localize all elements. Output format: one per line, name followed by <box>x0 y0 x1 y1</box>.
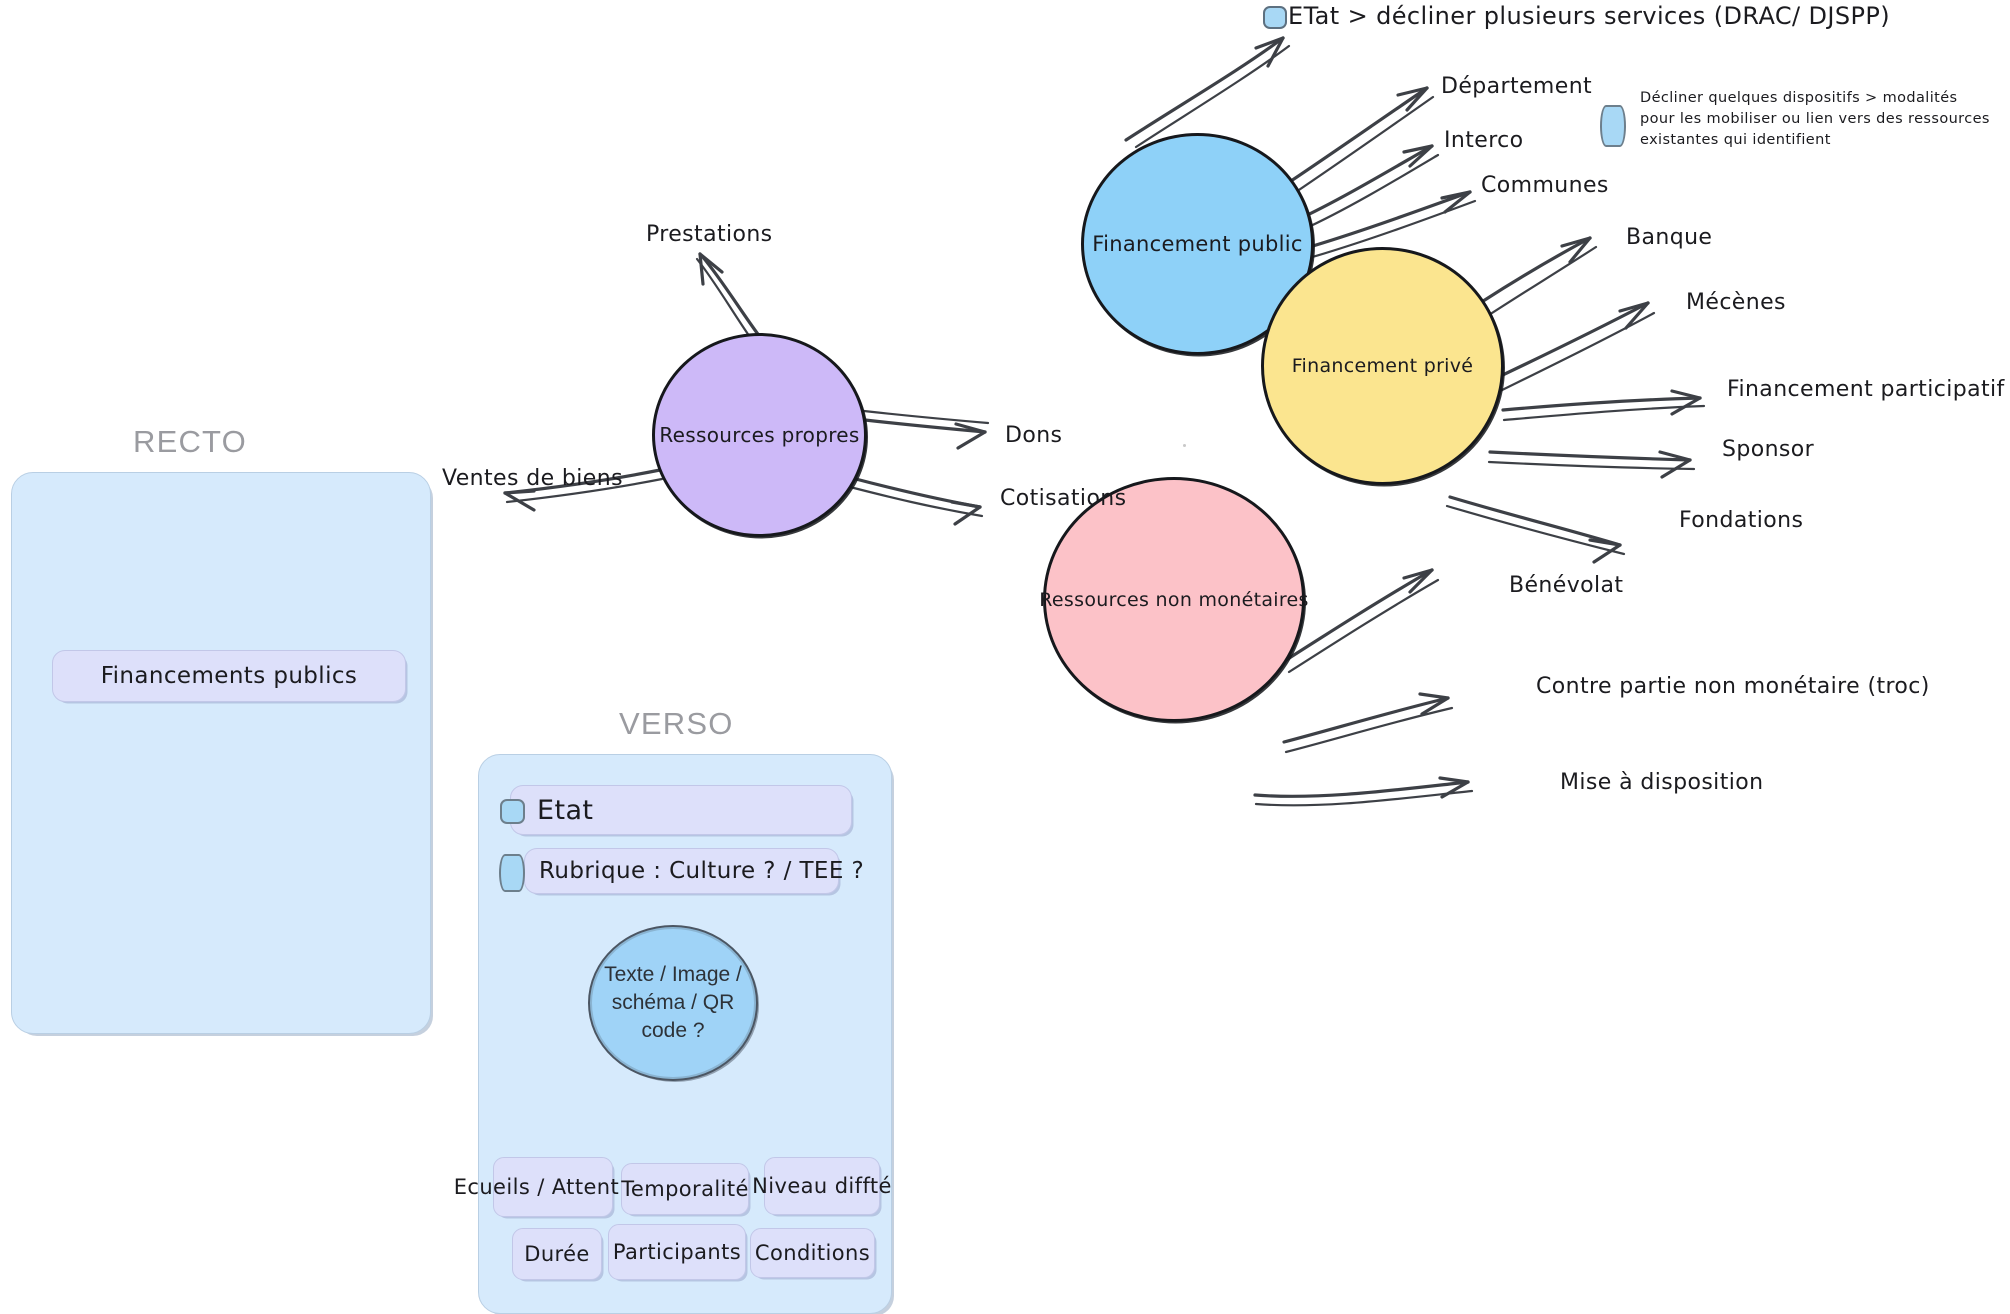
chip-label: Temporalité <box>621 1176 749 1201</box>
verso-chip-participants[interactable]: Participants <box>608 1224 746 1280</box>
node-ressources-propres[interactable]: Ressources propres <box>652 333 867 537</box>
arrow-propres-cotisations <box>848 476 984 526</box>
leaf-label-etat-top: ETat > décliner plusieurs services (DRAC… <box>1288 2 1891 30</box>
arrow-public-departement <box>1283 86 1435 198</box>
leaf-label-mecenes: Mécènes <box>1686 290 1786 315</box>
arrow-prive-participatif <box>1501 389 1706 422</box>
node-label: Ressources non monétaires <box>1039 588 1309 611</box>
arrow-nonmon-mise <box>1253 776 1474 807</box>
node-ressources-non-monetaires[interactable]: Ressources non monétaires <box>1039 477 1308 722</box>
recto-card[interactable] <box>11 472 431 1034</box>
arrow-prive-sponsor <box>1487 450 1696 479</box>
arrow-nonmon-contrepartie <box>1282 692 1454 754</box>
recto-card-title: RECTO <box>133 424 247 459</box>
diagram-canvas: .ln{stroke:#3d4046;stroke-width:3.2;fill… <box>0 0 2010 1314</box>
verso-chip-niveau-diffte[interactable]: Niveau diffté <box>752 1157 891 1215</box>
arrow-prive-mecenes <box>1486 301 1656 396</box>
node-label: Ressources propres <box>659 423 860 447</box>
hexagon-icon <box>500 799 525 824</box>
verso-field-etat[interactable]: Etat <box>510 785 852 835</box>
field-label: Financements publics <box>100 663 358 689</box>
verso-media-circle[interactable]: Texte / Image / schéma / QR code ? <box>588 925 758 1081</box>
verso-chip-duree[interactable]: Durée <box>512 1228 602 1280</box>
leaf-label-departement: Département <box>1441 74 1593 99</box>
leaf-label-benevolat: Bénévolat <box>1509 573 1624 598</box>
arrow-propres-prestations <box>695 252 762 342</box>
verso-chip-conditions[interactable]: Conditions <box>750 1228 875 1278</box>
verso-chip-temporalite[interactable]: Temporalité <box>621 1163 749 1215</box>
node-financement-prive[interactable]: Financement privé <box>1261 247 1504 485</box>
leaf-label-interco: Interco <box>1444 128 1524 153</box>
chip-label: Niveau diffté <box>752 1173 892 1198</box>
chip-label: Durée <box>524 1241 590 1266</box>
leaf-label-communes: Communes <box>1481 173 1609 198</box>
chip-label: Participants <box>612 1239 742 1264</box>
stray-dot <box>1183 444 1186 447</box>
arrow-public-etat <box>1124 36 1291 149</box>
leaf-label-prestations: Prestations <box>646 222 773 247</box>
arrow-nonmon-benevolat <box>1281 568 1440 674</box>
leaf-label-contre-partie: Contre partie non monétaire (troc) <box>1536 674 1930 699</box>
leaf-label-financement-participatif: Financement participatif <box>1727 377 2005 402</box>
diamond-icon <box>1600 105 1626 147</box>
node-label: Financement privé <box>1291 355 1474 377</box>
leaf-label-fondations: Fondations <box>1679 508 1804 533</box>
arrow-propres-dons <box>862 409 990 450</box>
annotation-note: Décliner quelques dispositifs > modalité… <box>1640 90 1990 149</box>
recto-field-financements-publics[interactable]: Financements publics <box>52 650 406 702</box>
verso-card-title: VERSO <box>619 706 734 741</box>
leaf-label-mise-a-disposition: Mise à disposition <box>1560 770 1764 795</box>
hexagon-icon <box>1263 6 1287 29</box>
diamond-icon <box>499 854 525 892</box>
verso-field-rubrique[interactable]: Rubrique : Culture ? / TEE ? <box>524 848 864 894</box>
node-label: Financement public <box>1092 232 1303 256</box>
leaf-label-ventes-de-biens: Ventes de biens <box>442 466 623 491</box>
arrow-prive-fondations <box>1445 495 1626 564</box>
media-circle-label: Texte / Image / schéma / QR code ? <box>604 963 742 1042</box>
arrow-public-interco <box>1295 144 1440 232</box>
leaf-label-banque: Banque <box>1626 225 1713 250</box>
leaf-label-sponsor: Sponsor <box>1722 437 1815 462</box>
chip-label: Conditions <box>754 1240 871 1265</box>
field-label: Rubrique : Culture ? / TEE ? <box>539 858 865 884</box>
verso-chip-ecueils-attention[interactable]: Ecueils / Attention <box>454 1157 652 1217</box>
leaf-label-cotisations: Cotisations <box>1000 486 1127 511</box>
leaf-label-dons: Dons <box>1005 423 1063 448</box>
